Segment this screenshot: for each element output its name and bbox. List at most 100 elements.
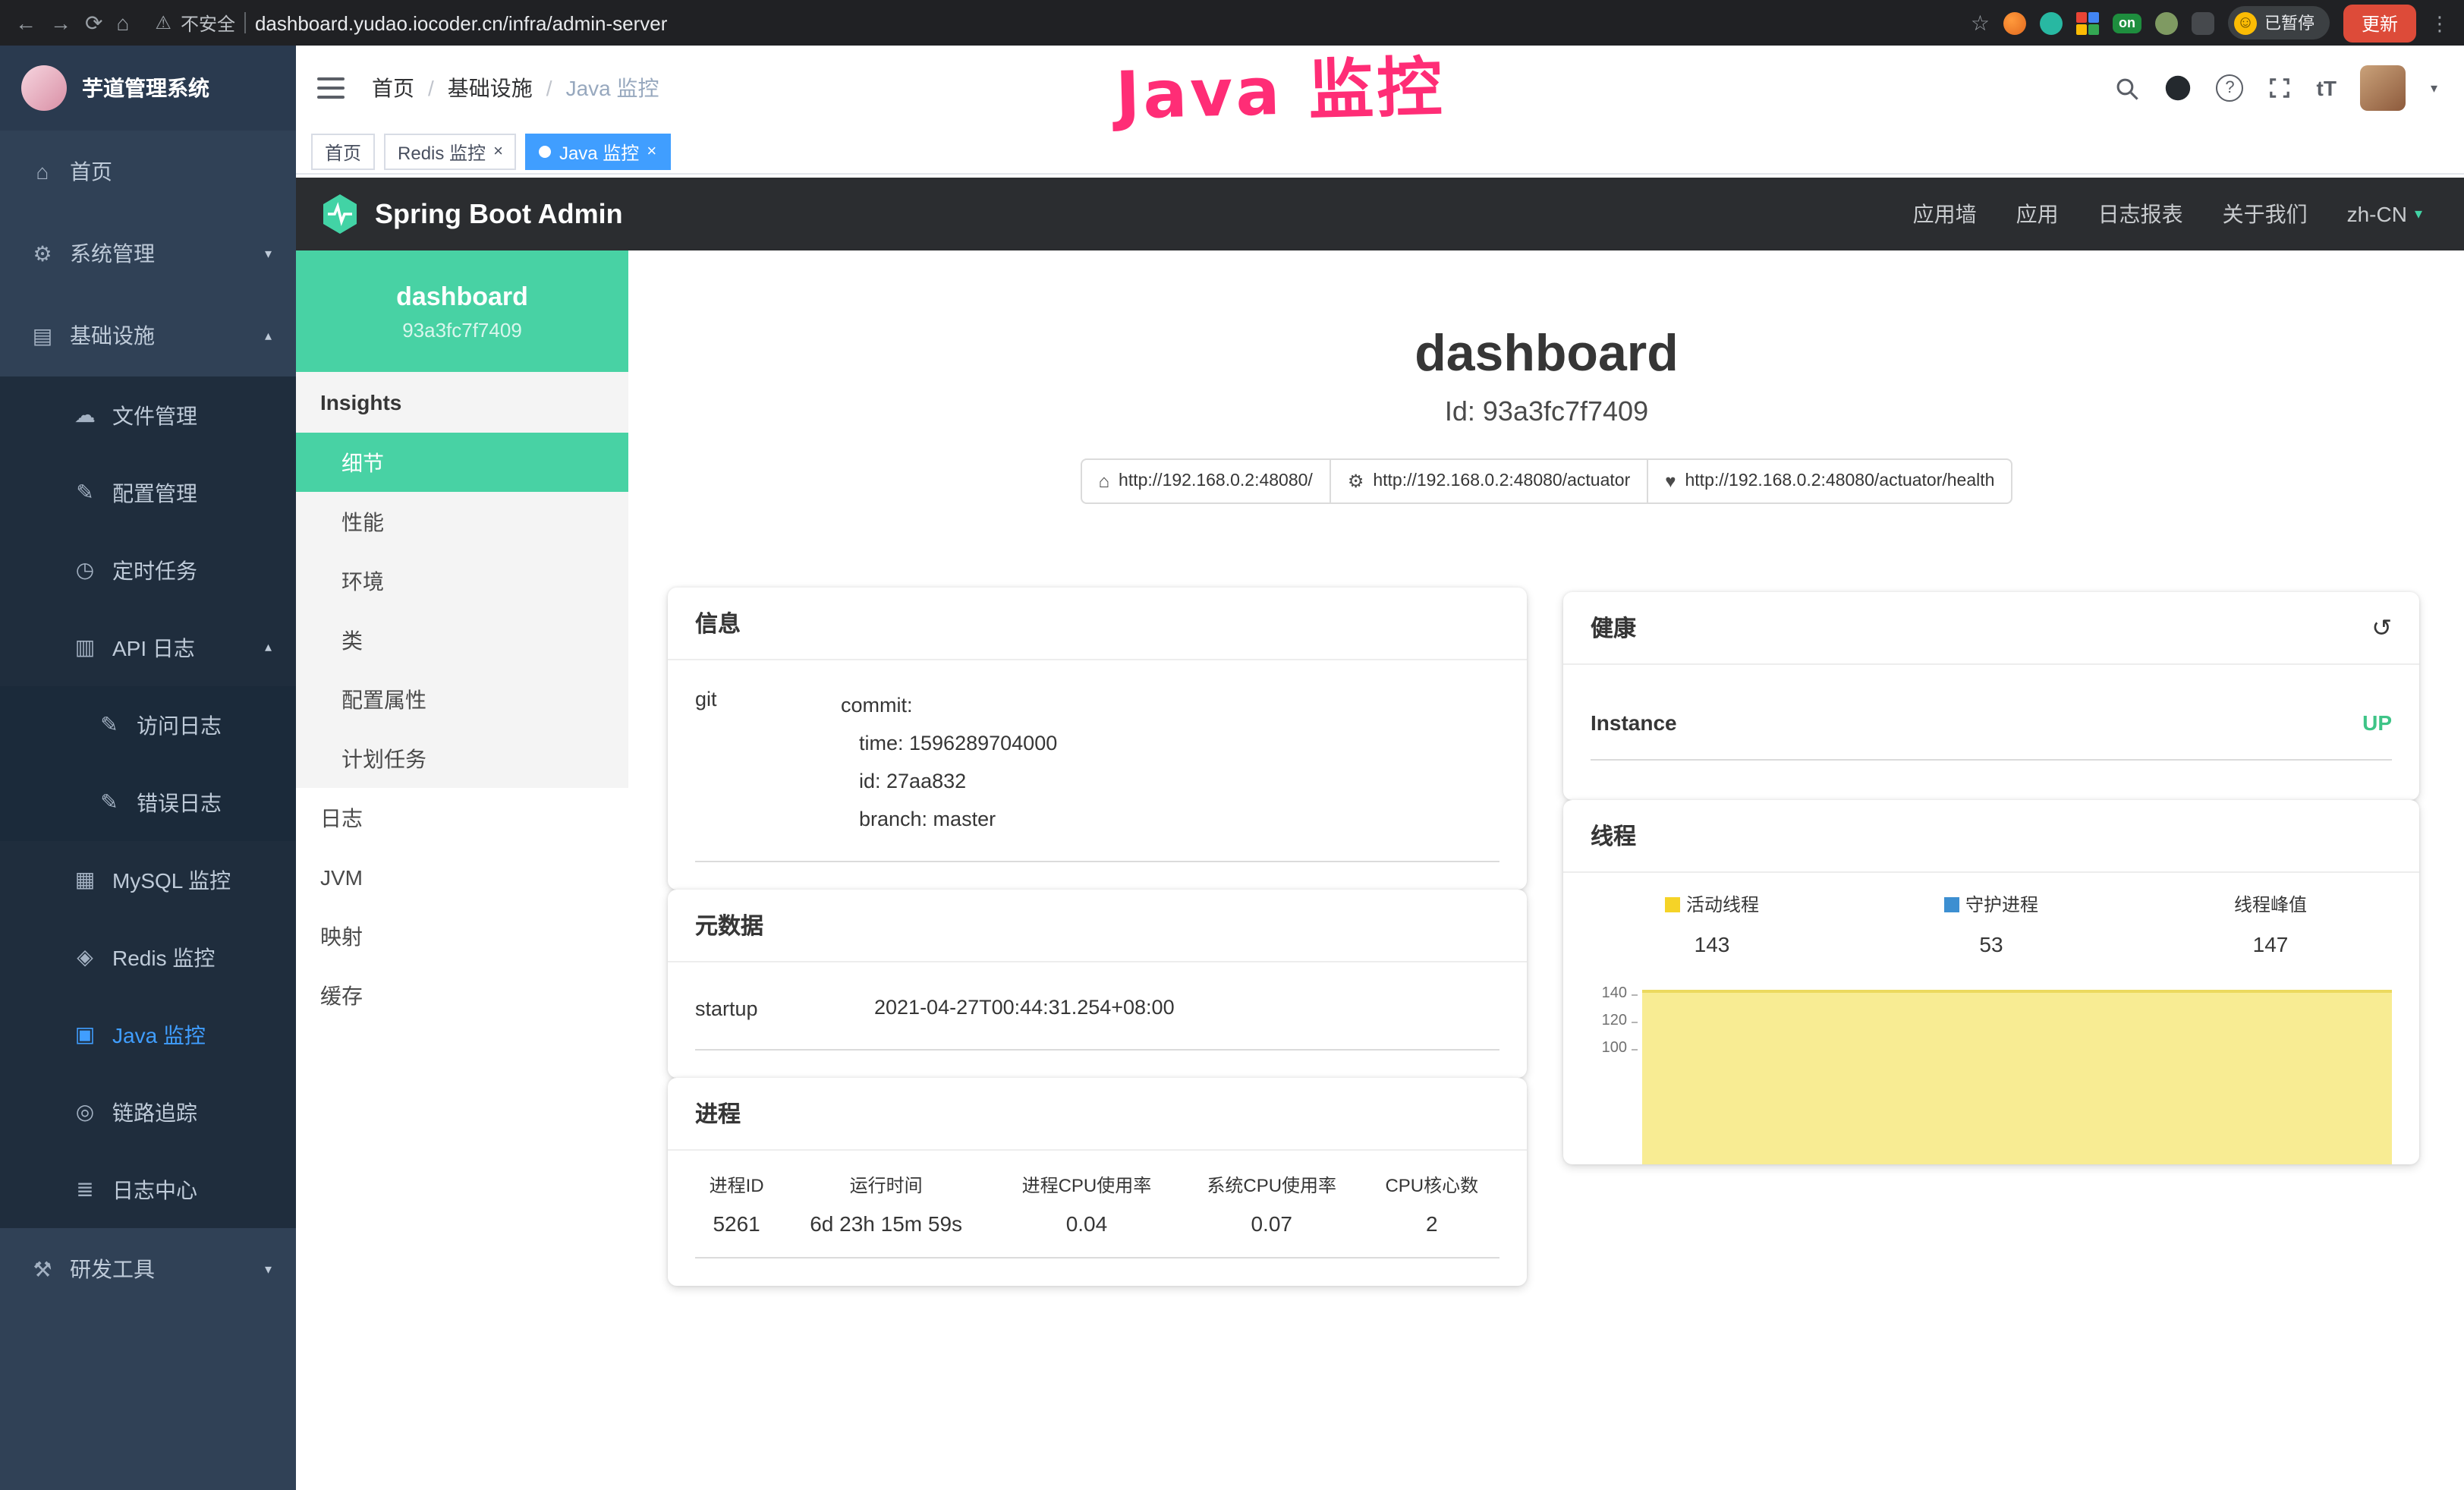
instance-links: ⌂ http://192.168.0.2:48080/ ⚙ http://192… xyxy=(628,458,2464,504)
font-size-icon[interactable]: tT xyxy=(2317,76,2337,100)
sidebar-item-log-center[interactable]: ≣ 日志中心 xyxy=(0,1151,296,1228)
app-logo-image xyxy=(21,65,67,111)
sidebar-item-label: 系统管理 xyxy=(70,238,155,269)
sba-menu-mappings[interactable]: 映射 xyxy=(296,906,628,966)
profile-paused-badge[interactable]: ☺ 已暂停 xyxy=(2228,6,2330,39)
tab-label: Java 监控 xyxy=(559,139,639,165)
sidebar-item-tracing[interactable]: ◎ 链路追踪 xyxy=(0,1073,296,1151)
user-avatar[interactable] xyxy=(2361,65,2406,111)
sidebar-item-redis-monitor[interactable]: ◈ Redis 监控 xyxy=(0,918,296,996)
instance-header[interactable]: dashboard 93a3fc7f7409 xyxy=(296,250,628,372)
extensions-puzzle-icon[interactable] xyxy=(2192,11,2214,34)
spring-boot-admin-logo[interactable] xyxy=(320,193,360,235)
close-icon[interactable]: × xyxy=(493,143,503,161)
info-key: git xyxy=(695,688,841,840)
sba-nav-wallboard[interactable]: 应用墙 xyxy=(1913,199,1977,229)
breadcrumb-infrastructure[interactable]: 基础设施 xyxy=(448,73,533,103)
sidebar-item-home[interactable]: ⌂ 首页 xyxy=(0,131,296,213)
home-icon: ⌂ xyxy=(30,159,55,184)
legend-label: 线程峰值 xyxy=(2234,894,2307,915)
eye-icon: ◎ xyxy=(73,1099,97,1125)
breadcrumb-home[interactable]: 首页 xyxy=(372,73,414,103)
threads-card: 线程 活动线程 143 守护进程 xyxy=(1563,800,2419,1164)
sba-menu-config-properties[interactable]: 配置属性 xyxy=(296,669,628,729)
sidebar-item-scheduled-jobs[interactable]: ◷ 定时任务 xyxy=(0,531,296,609)
tab-home[interactable]: 首页 xyxy=(311,134,375,170)
reload-icon[interactable]: ⟳ xyxy=(85,12,102,33)
forward-icon[interactable]: → xyxy=(50,12,71,33)
sba-menu-scheduled-tasks[interactable]: 计划任务 xyxy=(296,729,628,788)
extension-on-badge[interactable]: on xyxy=(2113,13,2141,33)
address-bar[interactable]: ⚠ 不安全 dashboard.yudao.iocoder.cn/infra/a… xyxy=(155,10,667,36)
sba-menu-environment[interactable]: 环境 xyxy=(296,551,628,610)
back-icon[interactable]: ← xyxy=(15,12,36,33)
sidebar-item-error-logs[interactable]: ✎ 错误日志 xyxy=(0,764,296,841)
collapse-sidebar-icon[interactable] xyxy=(317,77,345,99)
sidebar-item-system-management[interactable]: ⚙ 系统管理 ▾ xyxy=(0,213,296,295)
sidebar-item-label: 文件管理 xyxy=(112,400,197,430)
fullscreen-icon[interactable] xyxy=(2268,76,2292,100)
link-url: http://192.168.0.2:48080/actuator/health xyxy=(1685,472,1995,490)
tick-mark xyxy=(1632,1022,1638,1023)
sidebar-item-label: MySQL 监控 xyxy=(112,865,231,895)
sidebar-item-access-logs[interactable]: ✎ 访问日志 xyxy=(0,686,296,764)
active-threads-swatch xyxy=(1665,897,1680,912)
status-badge: UP xyxy=(2362,710,2392,735)
sba-menu-performance[interactable]: 性能 xyxy=(296,492,628,551)
chrome-update-button[interactable]: 更新 xyxy=(2343,4,2416,42)
history-icon[interactable]: ↺ xyxy=(2371,613,2392,643)
tick-mark xyxy=(1632,1049,1638,1051)
document-icon: ✎ xyxy=(97,712,121,738)
process-cpu: 0.04 xyxy=(994,1205,1179,1258)
sba-content: dashboard Id: 93a3fc7f7409 ⌂ http://192.… xyxy=(628,250,2464,1490)
sidebar-item-infrastructure[interactable]: ▤ 基础设施 ▴ xyxy=(0,295,296,376)
tab-label: Redis 监控 xyxy=(398,139,486,165)
cloud-icon: ☁ xyxy=(73,402,97,428)
extension-teal-icon[interactable] xyxy=(2040,11,2063,34)
git-commit-label: commit: xyxy=(841,688,1057,726)
tab-redis-monitor[interactable]: Redis 监控 × xyxy=(384,134,517,170)
tab-java-monitor[interactable]: Java 监控 × xyxy=(526,134,670,170)
extension-grid-icon[interactable] xyxy=(2076,11,2099,34)
sidebar-item-java-monitor[interactable]: ▣ Java 监控 xyxy=(0,996,296,1073)
extension-leaf-icon[interactable] xyxy=(2155,11,2178,34)
sidebar-item-api-logs[interactable]: ▥ API 日志 ▴ xyxy=(0,609,296,686)
sidebar-item-file-management[interactable]: ☁ 文件管理 xyxy=(0,376,296,454)
app-logo[interactable]: 芋道管理系统 xyxy=(0,46,296,131)
sba-menu-jvm[interactable]: JVM xyxy=(296,847,628,906)
sba-menu-classes[interactable]: 类 xyxy=(296,610,628,669)
sidebar-item-label: 日志中心 xyxy=(112,1174,197,1205)
sba-menu-logs[interactable]: 日志 xyxy=(296,788,628,847)
sidebar-item-config-management[interactable]: ✎ 配置管理 xyxy=(0,454,296,531)
sba-menu-details[interactable]: 细节 xyxy=(296,433,628,492)
chevron-down-icon: ▾ xyxy=(265,1261,272,1277)
instance-url-link[interactable]: ⌂ http://192.168.0.2:48080/ xyxy=(1081,458,1331,504)
daemon-threads-value: 53 xyxy=(1852,932,2131,956)
sidebar-item-mysql-monitor[interactable]: ▦ MySQL 监控 xyxy=(0,841,296,918)
paused-label: 已暂停 xyxy=(2264,11,2315,35)
sba-brand[interactable]: Spring Boot Admin xyxy=(375,198,623,230)
breadcrumb-separator: / xyxy=(428,76,434,100)
spring-boot-admin: Spring Boot Admin 应用墙 应用 日志报表 关于我们 zh-CN… xyxy=(296,178,2464,1490)
document-icon: ✎ xyxy=(97,789,121,815)
health-url-link[interactable]: ♥ http://192.168.0.2:48080/actuator/heal… xyxy=(1647,458,2012,504)
uptime: 6d 23h 15m 59s xyxy=(778,1205,994,1258)
sba-locale-select[interactable]: zh-CN ▾ xyxy=(2347,202,2422,226)
browser-menu-icon[interactable]: ⋮ xyxy=(2430,13,2450,33)
browser-home-icon[interactable]: ⌂ xyxy=(116,12,129,33)
close-icon[interactable]: × xyxy=(647,143,656,161)
github-icon[interactable] xyxy=(2165,74,2192,102)
sba-menu-caches[interactable]: 缓存 xyxy=(296,966,628,1025)
browser-toolbar: ← → ⟳ ⌂ ⚠ 不安全 dashboard.yudao.iocoder.cn… xyxy=(0,0,2464,46)
sba-nav-journal[interactable]: 日志报表 xyxy=(2098,199,2183,229)
card-title: 元数据 xyxy=(695,909,763,941)
extension-fox-icon[interactable] xyxy=(2003,11,2026,34)
column-header: CPU核心数 xyxy=(1364,1151,1499,1205)
sidebar-item-dev-tools[interactable]: ⚒ 研发工具 ▾ xyxy=(0,1228,296,1310)
bookmark-star-icon[interactable]: ☆ xyxy=(1971,12,1990,33)
actuator-url-link[interactable]: ⚙ http://192.168.0.2:48080/actuator xyxy=(1330,458,1648,504)
help-icon[interactable]: ? xyxy=(2217,74,2244,102)
search-icon[interactable] xyxy=(2115,75,2141,101)
sba-nav-about[interactable]: 关于我们 xyxy=(2223,199,2308,229)
sba-nav-applications[interactable]: 应用 xyxy=(2016,199,2059,229)
